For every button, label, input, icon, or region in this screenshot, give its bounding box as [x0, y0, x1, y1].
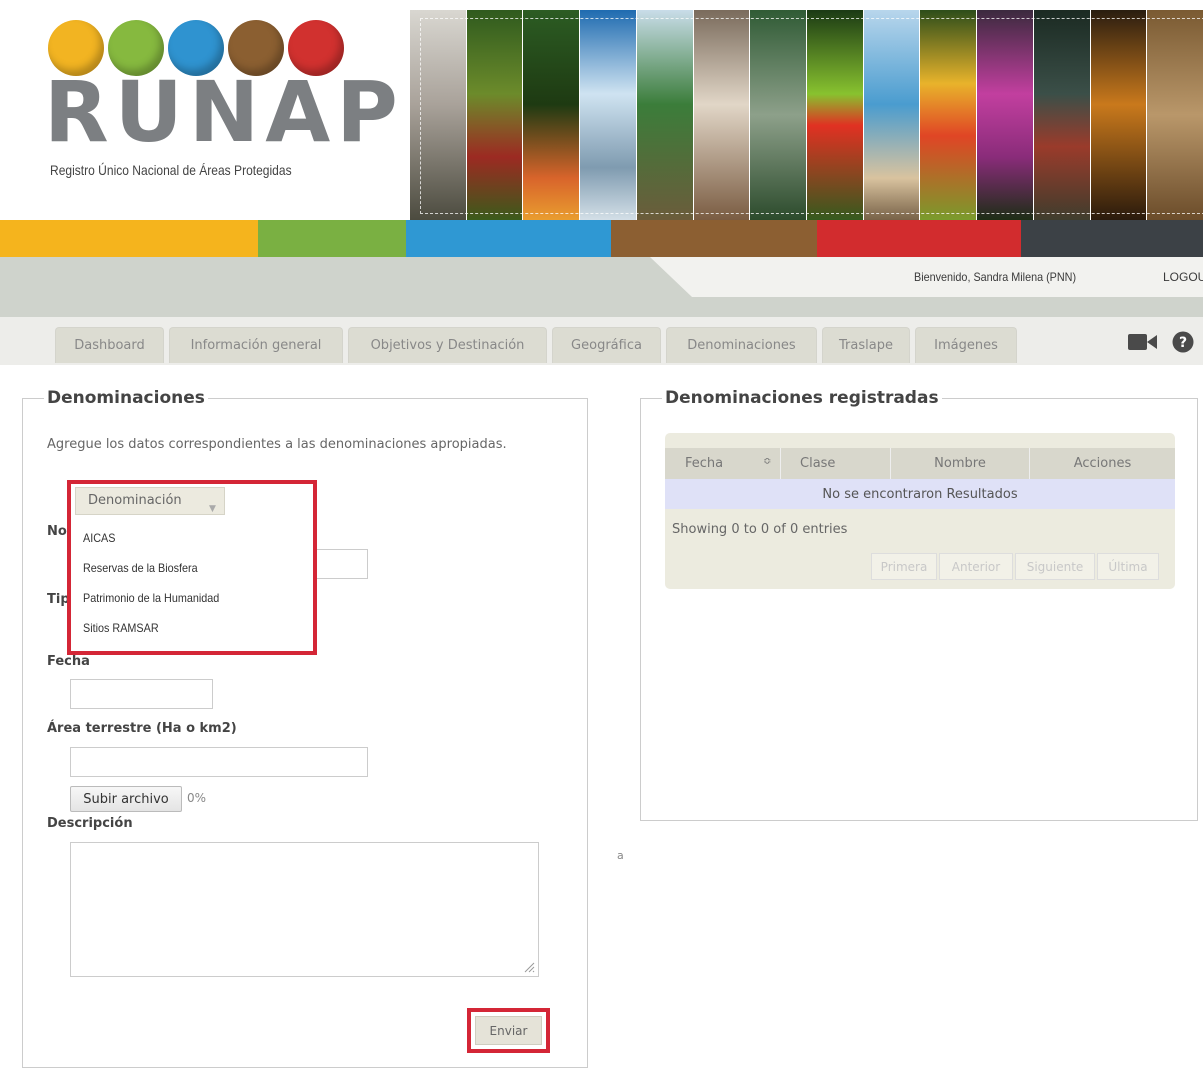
sort-icon: ≎ — [763, 456, 772, 467]
pager-next-button[interactable]: Siguiente — [1015, 553, 1095, 580]
tab-imagenes[interactable]: Imágenes — [915, 327, 1017, 363]
upload-progress: 0% — [187, 791, 207, 805]
tab-informacion-general[interactable]: Información general — [169, 327, 343, 363]
upload-file-button[interactable]: Subir archivo — [70, 786, 182, 812]
fecha-label: Fecha — [47, 654, 90, 669]
form-intro-text: Agregue los datos correspondientes a las… — [47, 437, 507, 452]
logout-link[interactable]: LOGOU — [1163, 270, 1203, 284]
option-reservas-biosfera[interactable]: Reservas de la Biosfera — [83, 561, 198, 575]
column-header-clase[interactable]: Clase — [781, 448, 891, 479]
pager-last-button[interactable]: Última — [1097, 553, 1159, 580]
tab-traslape[interactable]: Traslape — [822, 327, 910, 363]
column-header-nombre[interactable]: Nombre — [891, 448, 1030, 479]
logo-subtitle: Registro Único Nacional de Áreas Protegi… — [50, 162, 292, 178]
nombre-label-partial: No — [47, 524, 67, 539]
resize-handle-icon[interactable] — [523, 961, 535, 973]
video-camera-icon[interactable] — [1128, 332, 1158, 352]
empty-results-row: No se encontraron Resultados — [665, 479, 1175, 509]
column-header-fecha[interactable]: Fecha ≎ — [665, 448, 781, 479]
select-label: Denominación — [88, 493, 182, 508]
user-bar — [0, 257, 1203, 317]
column-header-acciones[interactable]: Acciones — [1030, 448, 1175, 479]
logo-wordmark: RUNAP — [44, 63, 404, 161]
enviar-button[interactable]: Enviar — [475, 1016, 542, 1045]
chevron-down-icon: ▼ — [209, 504, 216, 514]
option-patrimonio-humanidad[interactable]: Patrimonio de la Humanidad — [83, 591, 219, 605]
descripcion-textarea[interactable] — [70, 842, 539, 977]
form-legend: Denominaciones — [44, 388, 208, 408]
option-sitios-ramsar[interactable]: Sitios RAMSAR — [83, 621, 159, 635]
stray-text: a — [617, 849, 624, 862]
option-aicas[interactable]: AICAS — [83, 531, 115, 545]
tab-objetivos-destinacion[interactable]: Objetivos y Destinación — [348, 327, 547, 363]
tab-denominaciones[interactable]: Denominaciones — [666, 327, 817, 363]
area-terrestre-label: Área terrestre (Ha o km2) — [47, 721, 237, 736]
denominacion-select[interactable]: Denominación ▼ — [75, 487, 225, 515]
nature-banner-image — [410, 10, 1203, 220]
descripcion-label: Descripción — [47, 816, 133, 831]
svg-text:?: ? — [1179, 335, 1187, 351]
tab-geografica[interactable]: Geográfica — [552, 327, 661, 363]
tab-dashboard[interactable]: Dashboard — [55, 327, 164, 363]
runap-logo: RUNAP Registro Único Nacional de Áreas P… — [44, 20, 398, 190]
registered-legend: Denominaciones registradas — [662, 388, 942, 408]
denominacion-dropdown-highlight: Denominación ▼ AICAS Reservas de la Bios… — [67, 480, 317, 655]
entries-info: Showing 0 to 0 of 0 entries — [672, 522, 848, 537]
pager-first-button[interactable]: Primera — [871, 553, 937, 580]
pager-previous-button[interactable]: Anterior — [939, 553, 1013, 580]
welcome-message: Bienvenido, Sandra Milena (PNN) — [914, 270, 1077, 284]
help-circle-icon[interactable]: ? — [1172, 331, 1194, 353]
area-terrestre-input[interactable] — [70, 747, 368, 777]
submit-highlight: Enviar — [467, 1008, 550, 1053]
fecha-input[interactable] — [70, 679, 213, 709]
brand-color-bar — [0, 220, 1203, 257]
